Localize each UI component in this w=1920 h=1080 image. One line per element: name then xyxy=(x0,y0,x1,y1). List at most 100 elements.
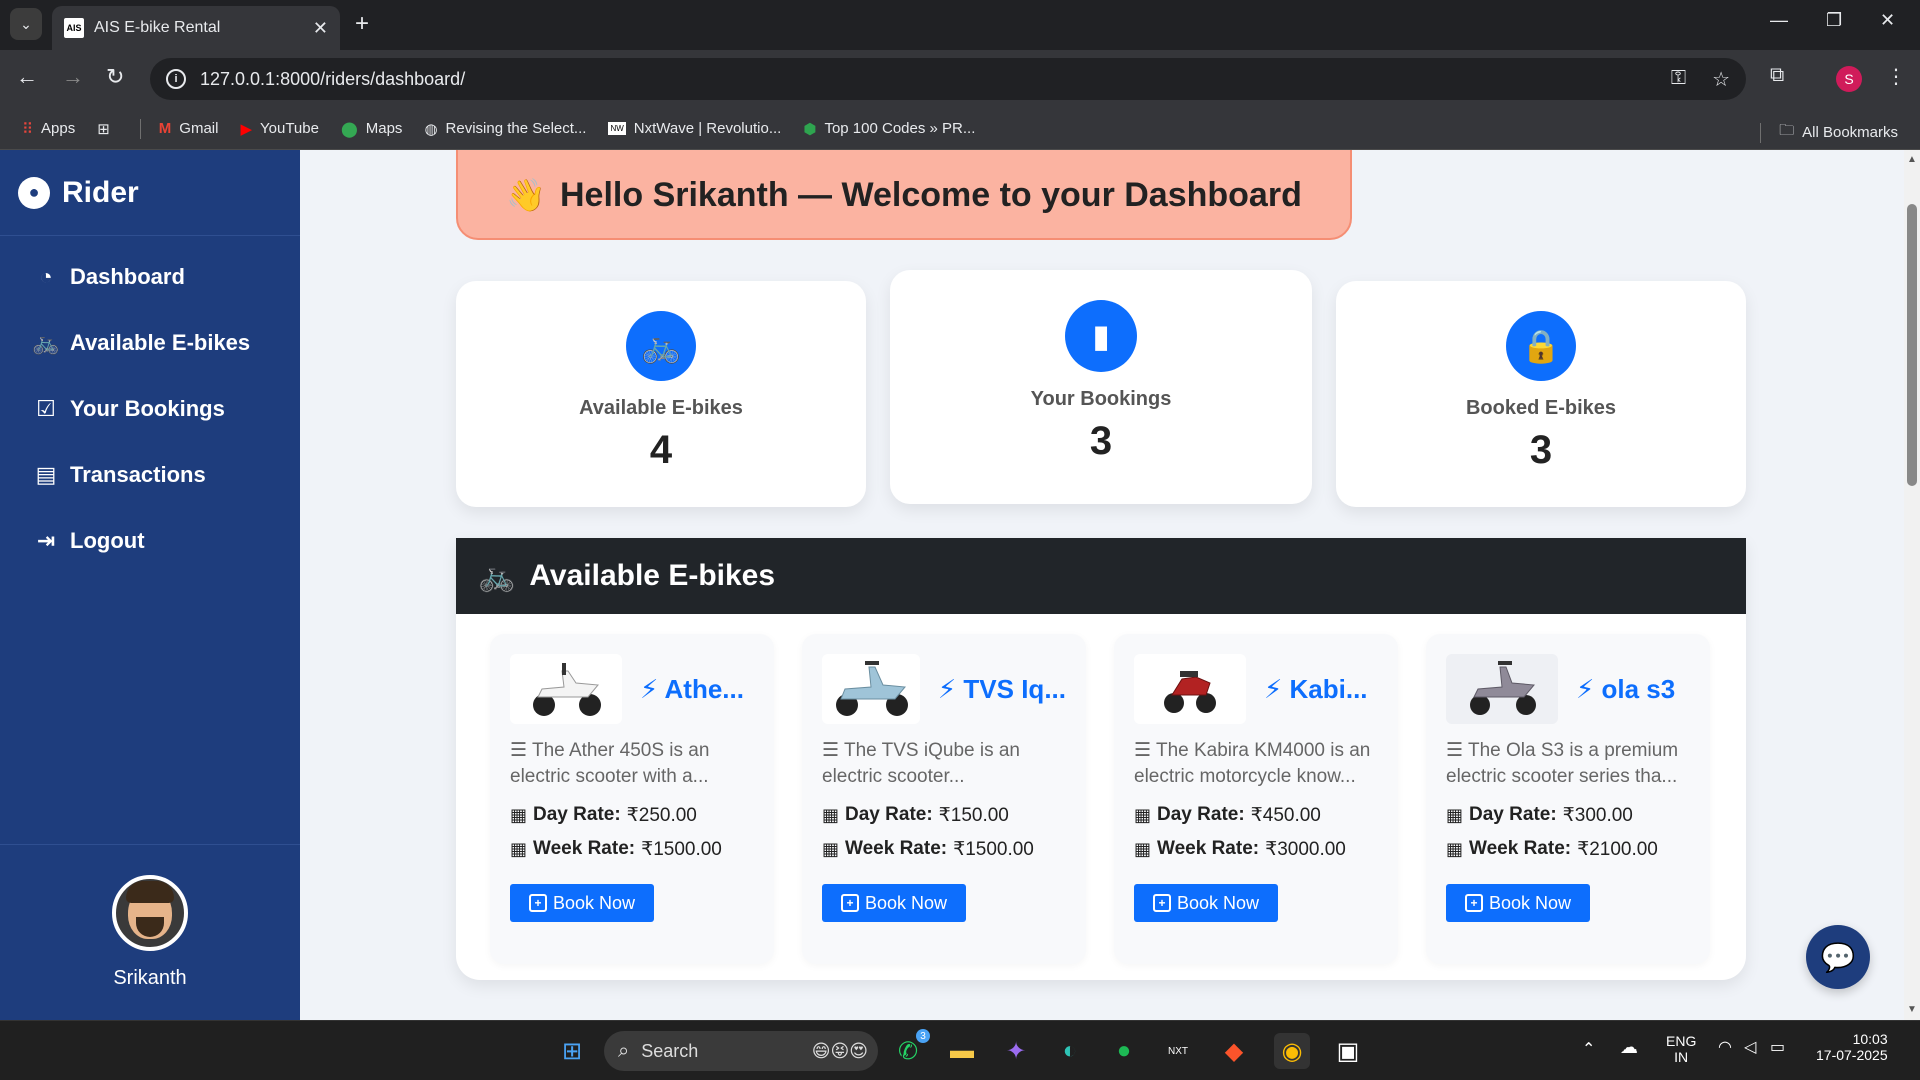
book-now-button[interactable]: + Book Now xyxy=(1134,884,1278,922)
tab-close-icon[interactable]: ✕ xyxy=(313,18,328,39)
edge-icon[interactable]: ◐ xyxy=(1052,1033,1088,1069)
align-left-icon: ☰ xyxy=(822,740,844,761)
address-bar[interactable]: i 127.0.0.1:8000/riders/dashboard/ ⚿ ☆ xyxy=(150,58,1746,100)
all-bookmarks[interactable]: 🗀 All Bookmarks xyxy=(1760,120,1898,145)
browser-tab[interactable]: AIS AIS E-bike Rental ✕ xyxy=(52,6,340,50)
stat-label: Booked E-bikes xyxy=(1465,397,1617,419)
app-icon[interactable]: ▣ xyxy=(1330,1033,1366,1069)
tab-search-chevron-icon[interactable]: ⌄ xyxy=(10,8,42,40)
ebike-card-ather: ⚡ Athe... ☰ The Ather 450S is an electri… xyxy=(490,634,774,964)
site-info-icon[interactable]: i xyxy=(166,69,186,89)
bookmark-apps[interactable]: ⠿ Apps xyxy=(22,120,75,138)
ebike-card-kabira: ⚡ Kabi... ☰ The Kabira KM4000 is an elec… xyxy=(1114,634,1398,964)
windows-start-icon[interactable]: ⊞ xyxy=(554,1033,590,1069)
chrome-icon[interactable]: ◉ xyxy=(1274,1033,1310,1069)
copilot-icon[interactable]: ✦ xyxy=(998,1033,1034,1069)
bookmark-gmail[interactable]: M Gmail xyxy=(159,120,219,137)
ebike-description: ☰ The Ola S3 is a premium electric scoot… xyxy=(1446,740,1679,787)
calendar-icon: ▦ xyxy=(822,804,840,825)
bookmark-revising[interactable]: ◍ Revising the Select... xyxy=(424,120,586,138)
ebike-image xyxy=(510,654,622,724)
book-now-button[interactable]: + Book Now xyxy=(1446,884,1590,922)
receipt-icon: ▤ xyxy=(35,462,57,487)
minimize-icon[interactable]: — xyxy=(1770,10,1788,31)
new-tab-plus-icon[interactable]: + xyxy=(355,10,369,38)
week-rate: ▦ Week Rate: ₹1500.00 xyxy=(510,838,722,860)
clock[interactable]: 10:03 17-07-2025 xyxy=(1816,1031,1888,1063)
ebike-card-tvs: ⚡ TVS Iq... ☰ The TVS iQube is an electr… xyxy=(802,634,1086,964)
nxtwave-app-icon[interactable]: NXT xyxy=(1160,1033,1196,1069)
back-arrow-icon[interactable]: ← xyxy=(16,64,38,90)
avatar[interactable] xyxy=(112,875,188,951)
book-now-button[interactable]: + Book Now xyxy=(510,884,654,922)
bookmark-top100[interactable]: ⬢ Top 100 Codes » PR... xyxy=(803,120,975,138)
onedrive-cloud-icon[interactable]: ☁ xyxy=(1620,1037,1638,1058)
restore-icon[interactable]: ❐ xyxy=(1826,10,1842,31)
user-circle-icon: ● xyxy=(18,176,50,209)
bookmark-star-icon[interactable]: ☆ xyxy=(1712,67,1730,92)
password-key-icon[interactable]: ⚿ xyxy=(1671,67,1686,92)
scroll-up-arrow-icon[interactable]: ▲ xyxy=(1907,154,1917,165)
chat-bubbles-icon[interactable]: 💬 xyxy=(1806,925,1870,989)
calendar-icon: ▦ xyxy=(1446,804,1464,825)
ebike-title: ⚡ Kabi... xyxy=(1264,673,1368,704)
bookmark-nxtwave[interactable]: NW NxtWave | Revolutio... xyxy=(608,120,781,137)
window-close-icon[interactable]: ✕ xyxy=(1880,10,1895,31)
calendar-icon: ▦ xyxy=(822,838,840,859)
nxtwave-icon: NW xyxy=(608,122,626,135)
calendar-plus-icon: + xyxy=(528,894,547,912)
sidebar-item-available-ebikes[interactable]: 🚲 Available E-bikes xyxy=(0,310,300,376)
sidebar-item-your-bookings[interactable]: ☑ Your Bookings xyxy=(0,376,300,442)
sidebar-item-transactions[interactable]: ▤ Transactions xyxy=(0,442,300,508)
ebike-image xyxy=(1446,654,1558,724)
bookmark-maps[interactable]: ⬤ Maps xyxy=(341,120,402,138)
browser-tab-strip: ⌄ AIS AIS E-bike Rental ✕ + — ❐ ✕ xyxy=(0,0,1920,50)
forward-arrow-icon[interactable]: → xyxy=(62,64,84,90)
whatsapp-icon[interactable]: ✆ 3 xyxy=(890,1029,930,1069)
book-now-button[interactable]: + Book Now xyxy=(822,884,966,922)
extensions-puzzle-icon[interactable]: ⧉ xyxy=(1770,64,1784,87)
calendar-check-icon: ☑ xyxy=(36,396,56,421)
week-rate: ▦ Week Rate: ₹1500.00 xyxy=(822,838,1034,860)
stat-label: Available E-bikes xyxy=(579,397,743,419)
url-text[interactable]: 127.0.0.1:8000/riders/dashboard/ xyxy=(200,69,465,90)
week-rate: ▦ Week Rate: ₹2100.00 xyxy=(1446,838,1658,860)
bookmarks-bar: ⠿ Apps ⊞ M Gmail ▶ YouTube ⬤ Maps ◍ Revising … xyxy=(0,108,1920,150)
stat-value: 4 xyxy=(649,428,673,472)
calendar-icon: ▦ xyxy=(510,804,528,825)
spotify-icon[interactable]: ● xyxy=(1106,1033,1142,1069)
calendar-icon: ▦ xyxy=(510,838,528,859)
lock-icon: 🔒 xyxy=(1506,311,1576,381)
search-icon: ⌕ xyxy=(618,1039,630,1062)
tray-chevron-icon[interactable]: ⌃ xyxy=(1582,1039,1595,1059)
bolt-icon: ⚡ xyxy=(1576,673,1595,704)
reload-icon[interactable]: ↻ xyxy=(106,64,124,90)
bolt-icon: ⚡ xyxy=(937,673,957,704)
language-indicator[interactable]: ENG IN xyxy=(1666,1033,1696,1065)
ebike-title: ⚡ TVS Iq... xyxy=(937,673,1066,704)
bicycle-icon: 🚲 xyxy=(32,330,60,355)
bookmark-tab-groups[interactable]: ⊞ xyxy=(97,120,118,138)
wifi-icon[interactable]: ◠ xyxy=(1718,1037,1732,1057)
welcome-banner: 👋 Hello Srikanth — Welcome to your Dashb… xyxy=(456,150,1352,240)
bicycle-icon: 🚲 xyxy=(626,311,696,381)
user-name: Srikanth xyxy=(113,967,187,989)
bookmark-youtube[interactable]: ▶ YouTube xyxy=(240,120,319,138)
page-scrollbar[interactable]: ▲ ▼ xyxy=(1904,150,1920,1020)
align-left-icon: ☰ xyxy=(1134,740,1156,761)
align-left-icon: ☰ xyxy=(1446,740,1468,761)
ebike-description: ☰ The Ather 450S is an electric scooter … xyxy=(510,740,710,787)
tab-groups-icon: ⊞ xyxy=(97,120,110,138)
sidebar-item-logout[interactable]: ⇥ Logout xyxy=(0,508,300,574)
day-rate: ▦ Day Rate: ₹450.00 xyxy=(1134,804,1321,826)
scroll-down-arrow-icon[interactable]: ▼ xyxy=(1907,1004,1917,1015)
brave-icon[interactable]: ◆ xyxy=(1216,1033,1252,1069)
file-explorer-icon[interactable]: ▬ xyxy=(944,1033,980,1069)
profile-avatar[interactable]: S xyxy=(1836,66,1862,92)
sidebar-item-dashboard[interactable]: ◔ Dashboard xyxy=(0,244,300,310)
kebab-menu-icon[interactable]: ⋮ xyxy=(1886,64,1906,89)
battery-icon[interactable]: ▭ xyxy=(1770,1037,1785,1057)
taskbar-search[interactable]: ⌕ Search 😄😝😍 xyxy=(604,1031,878,1071)
scrollbar-thumb[interactable] xyxy=(1907,204,1917,486)
volume-icon[interactable]: ◁ xyxy=(1744,1037,1756,1057)
